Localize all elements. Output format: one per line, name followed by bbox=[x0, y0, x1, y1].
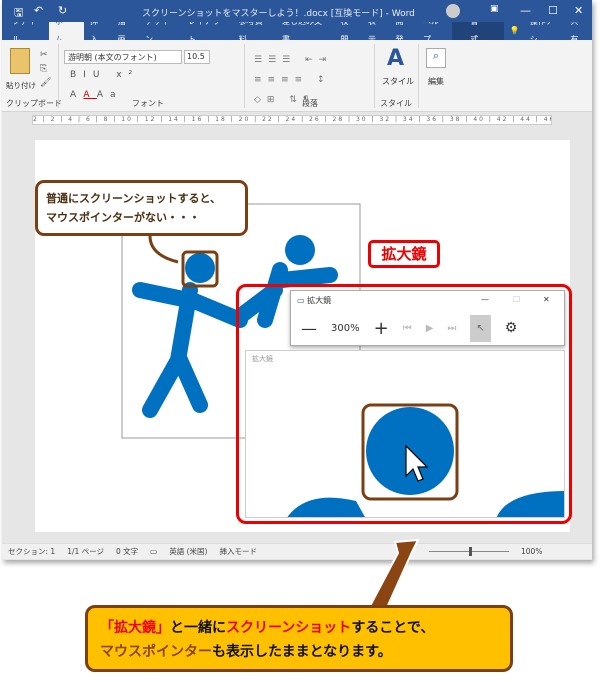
bottom-callout-arrow bbox=[368, 538, 420, 614]
callout-no-pointer: 普通にスクリーンショットすると、 マウスポインターがない・・・ bbox=[35, 180, 248, 236]
zoom-in-button[interactable]: + bbox=[374, 318, 389, 339]
settings-icon[interactable]: ⚙ bbox=[505, 320, 518, 336]
magnifier-title: 拡大鏡 bbox=[307, 296, 332, 305]
magnifier-close-button[interactable]: ✕ bbox=[543, 295, 550, 304]
magnifier-zoom-level: 300% bbox=[331, 322, 360, 334]
read-from-pointer-icon[interactable]: ↖ bbox=[470, 314, 491, 342]
callout-arrow bbox=[148, 235, 179, 264]
magnifier-view: 拡大鏡 bbox=[245, 350, 565, 518]
magnifier-minimize-button[interactable]: — bbox=[481, 295, 489, 304]
magnifier-window: ▭ 拡大鏡 — ☐ ✕ — 300% + ⏮ ▶ ⏭ ↖ ⚙ bbox=[290, 290, 565, 346]
magnifier-label: 拡大鏡 bbox=[368, 240, 440, 268]
magnifier-maximize-button[interactable]: ☐ bbox=[513, 295, 520, 304]
next-icon[interactable]: ⏭ bbox=[447, 323, 456, 334]
magnified-content bbox=[287, 403, 564, 517]
previous-icon[interactable]: ⏮ bbox=[403, 323, 412, 334]
play-icon[interactable]: ▶ bbox=[426, 323, 434, 334]
zoom-out-button[interactable]: — bbox=[301, 319, 317, 338]
callout-explanation: 「拡大鏡」と一緒にスクリーンショットすることで、 マウスポインターも表示したまま… bbox=[85, 605, 513, 672]
magnifier-app-icon: ▭ bbox=[297, 296, 305, 305]
